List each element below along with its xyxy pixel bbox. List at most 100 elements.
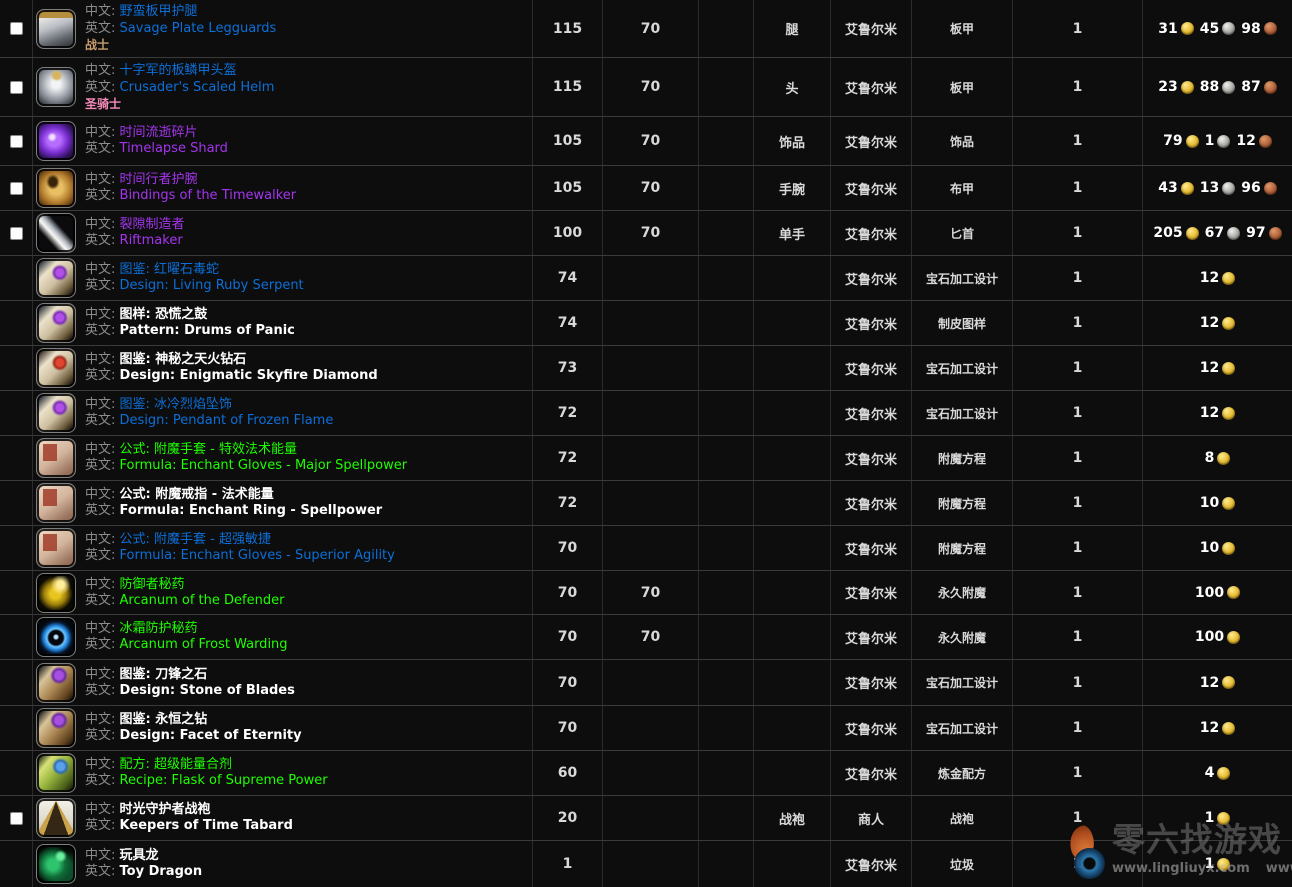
table-row: 中文: 公式: 附魔手套 - 超强敏捷 英文: Formula: Enchant… (0, 526, 1292, 571)
price-gold: 205 (1153, 225, 1198, 241)
price-gold: 100 (1195, 629, 1240, 645)
item-name-cn[interactable]: 野蛮板甲护腿 (120, 4, 198, 19)
item-name-en[interactable]: Riftmaker (120, 233, 183, 248)
price-cell: 205 67 97 (1143, 211, 1292, 255)
table-row: 中文: 图鉴: 刀锋之石 英文: Design: Stone of Blades… (0, 660, 1292, 706)
item-name-en[interactable]: Formula: Enchant Ring - Spellpower (120, 503, 383, 518)
item-name-cn[interactable]: 裂隙制造者 (120, 217, 185, 232)
item-icon[interactable] (36, 393, 76, 433)
item-icon[interactable] (36, 9, 76, 49)
type-cell: 永久附魔 (912, 571, 1013, 614)
row-checkbox[interactable] (10, 22, 23, 35)
source-cell: 艾鲁尔米 (831, 571, 912, 614)
row-checkbox[interactable] (10, 812, 23, 825)
item-icon[interactable] (36, 168, 76, 208)
gold-amount: 12 (1200, 675, 1219, 691)
item-name-cn[interactable]: 十字军的板鳞甲头盔 (120, 63, 237, 78)
slot-cell: 腿 (754, 0, 831, 57)
item-name-en[interactable]: Arcanum of Frost Warding (120, 637, 288, 652)
label-en: 英文: (85, 728, 115, 743)
item-name-cn[interactable]: 图鉴: 冰冷烈焰坠饰 (120, 397, 233, 412)
item-name-cn[interactable]: 图鉴: 刀锋之石 (120, 667, 208, 682)
item-name-block: 中文: 防御者秘药 英文: Arcanum of the Defender (85, 577, 284, 609)
item-icon[interactable] (36, 573, 76, 613)
item-icon[interactable] (36, 258, 76, 298)
item-icon[interactable] (36, 663, 76, 703)
source-cell: 艾鲁尔米 (831, 211, 912, 255)
item-icon[interactable] (36, 753, 76, 793)
label-en: 英文: (85, 368, 115, 383)
item-name-en[interactable]: Bindings of the Timewalker (120, 188, 297, 203)
gold-coin-icon (1222, 722, 1235, 735)
item-name-en[interactable]: Timelapse Shard (120, 141, 228, 156)
checkbox-cell (0, 0, 33, 57)
checkbox-cell (0, 166, 33, 210)
item-name-cn[interactable]: 公式: 附魔手套 - 超强敏捷 (120, 532, 271, 547)
item-name-en[interactable]: Design: Enigmatic Skyfire Diamond (120, 368, 378, 383)
item-name-cn[interactable]: 图样: 恐慌之鼓 (120, 307, 208, 322)
type-cell: 附魔方程 (912, 526, 1013, 570)
gold-amount: 43 (1158, 180, 1177, 196)
required-level-cell (603, 481, 699, 525)
item-icon[interactable] (36, 708, 76, 748)
item-icon[interactable] (36, 121, 76, 161)
item-level-cell: 1 (533, 841, 603, 887)
item-name-cn[interactable]: 图鉴: 红曜石毒蛇 (120, 262, 220, 277)
item-name-cn[interactable]: 图鉴: 神秘之天火钻石 (120, 352, 247, 367)
checkbox-cell (0, 117, 33, 165)
item-name-en[interactable]: Savage Plate Legguards (120, 21, 277, 36)
item-name-en[interactable]: Formula: Enchant Gloves - Superior Agili… (120, 548, 395, 563)
item-icon[interactable] (36, 348, 76, 388)
item-name-cn[interactable]: 图鉴: 永恒之钻 (120, 712, 208, 727)
label-en: 英文: (85, 503, 115, 518)
item-name-cn[interactable]: 防御者秘药 (120, 577, 185, 592)
item-icon[interactable] (36, 798, 76, 838)
item-name-cell: 中文: 十字军的板鳞甲头盔 英文: Crusader's Scaled Helm… (33, 58, 533, 116)
item-icon[interactable] (36, 844, 76, 884)
item-icon[interactable] (36, 617, 76, 657)
item-name-en[interactable]: Design: Facet of Eternity (120, 728, 302, 743)
row-checkbox[interactable] (10, 81, 23, 94)
label-en: 英文: (85, 637, 115, 652)
item-name-en[interactable]: Crusader's Scaled Helm (120, 80, 275, 95)
item-icon[interactable] (36, 528, 76, 568)
price-gold: 100 (1195, 585, 1240, 601)
gold-coin-icon (1217, 767, 1230, 780)
item-name-cn[interactable]: 冰霜防护秘药 (120, 621, 198, 636)
table-row: 中文: 图鉴: 神秘之天火钻石 英文: Design: Enigmatic Sk… (0, 346, 1292, 391)
item-icon[interactable] (36, 438, 76, 478)
item-name-cn[interactable]: 配方: 超级能量合剂 (120, 757, 233, 772)
slot-cell (754, 615, 831, 659)
item-name-cn[interactable]: 玩具龙 (120, 848, 159, 863)
table-row: 中文: 时间行者护腕 英文: Bindings of the Timewalke… (0, 166, 1292, 211)
item-icon[interactable] (36, 483, 76, 523)
item-name-en[interactable]: Design: Living Ruby Serpent (120, 278, 304, 293)
item-icon[interactable] (36, 213, 76, 253)
item-name-en[interactable]: Recipe: Flask of Supreme Power (120, 773, 328, 788)
price-cell: 8 (1143, 436, 1292, 480)
checkbox-cell (0, 796, 33, 840)
item-icon[interactable] (36, 303, 76, 343)
copper-coin-icon (1264, 81, 1277, 94)
item-name-cn[interactable]: 时间流逝碎片 (120, 125, 198, 140)
item-name-cn[interactable]: 公式: 附魔戒指 - 法术能量 (120, 487, 274, 502)
item-name-en[interactable]: Formula: Enchant Gloves - Major Spellpow… (120, 458, 408, 473)
price-gold: 4 (1205, 765, 1231, 781)
item-name-cn[interactable]: 公式: 附魔手套 - 特效法术能量 (120, 442, 297, 457)
item-name-en[interactable]: Design: Pendant of Frozen Flame (120, 413, 334, 428)
item-name-en[interactable]: Pattern: Drums of Panic (120, 323, 295, 338)
row-checkbox[interactable] (10, 182, 23, 195)
checkbox-cell (0, 660, 33, 705)
item-name-en[interactable]: Toy Dragon (120, 864, 203, 879)
extra-cell (699, 58, 754, 116)
item-name-en[interactable]: Design: Stone of Blades (120, 683, 295, 698)
item-level-cell: 70 (533, 615, 603, 659)
item-name-en[interactable]: Arcanum of the Defender (120, 593, 285, 608)
item-name-cn[interactable]: 时光守护者战袍 (120, 802, 211, 817)
item-name-cn[interactable]: 时间行者护腕 (120, 172, 198, 187)
row-checkbox[interactable] (10, 135, 23, 148)
item-name-en[interactable]: Keepers of Time Tabard (120, 818, 293, 833)
item-icon[interactable] (36, 67, 76, 107)
row-checkbox[interactable] (10, 227, 23, 240)
type-cell: 宝石加工设计 (912, 706, 1013, 750)
